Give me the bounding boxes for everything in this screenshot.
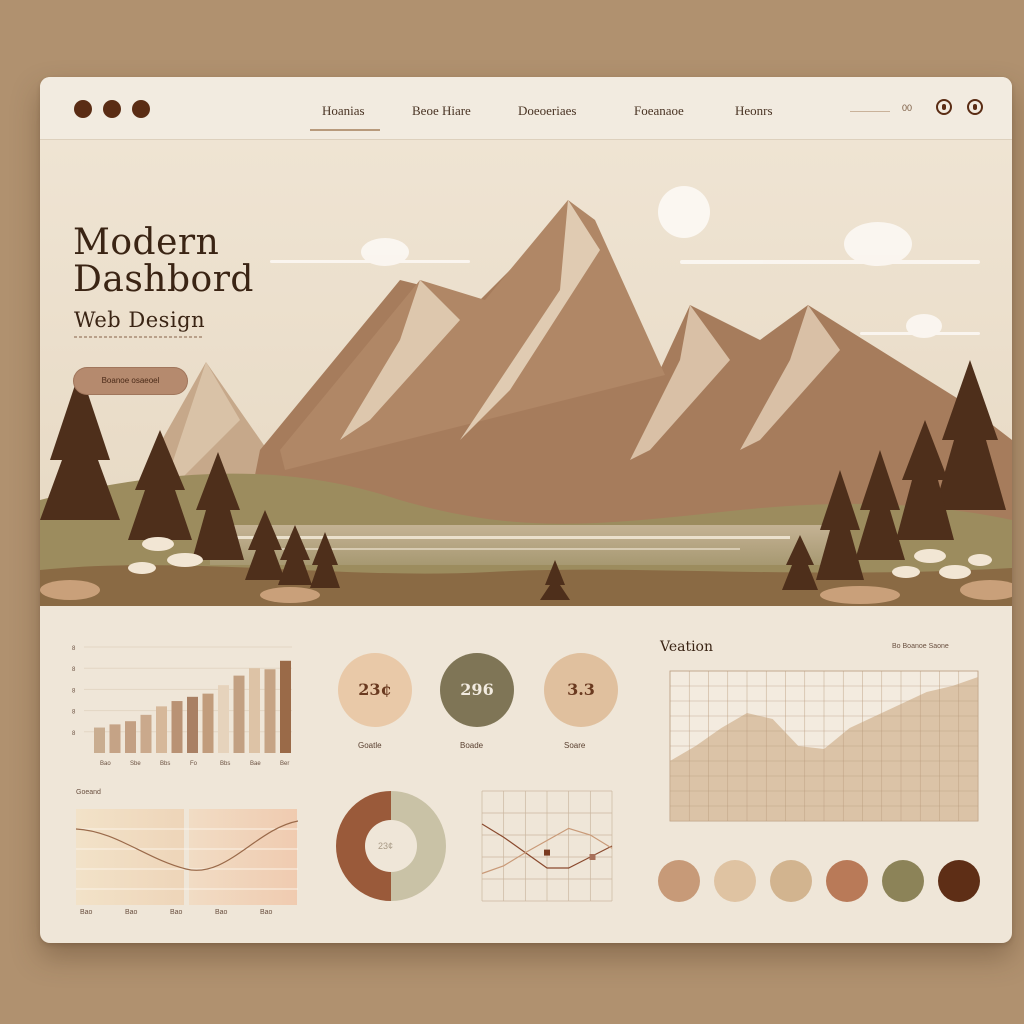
- line-point-marker: [589, 854, 596, 860]
- line-chart-panel: [476, 787, 618, 917]
- line-chart: [481, 790, 613, 902]
- area-chart: [669, 670, 979, 822]
- bar-chart-panel: 8 8 8 8 8 Bao Sbe Bbs Fo Bbs Bae Ber: [70, 637, 300, 777]
- bar: [109, 724, 121, 753]
- bar-x-label: Bbs: [160, 761, 170, 767]
- donut-center-label: 23¢: [378, 841, 394, 851]
- bar: [218, 685, 229, 753]
- bar: [94, 727, 105, 753]
- curve-panel: Bao Bao Bao Bao Bao: [75, 809, 299, 919]
- dashboard-window: Hoanias Beoe Hiare Doeoeriaes Foeanaoe H…: [40, 77, 1012, 943]
- bar-y-tick: 8: [72, 646, 76, 652]
- window-maximize-dot[interactable]: [132, 100, 150, 118]
- area-chart-panel: [658, 667, 980, 837]
- nav-item-2[interactable]: Beoe Hiare: [412, 103, 471, 119]
- curve-x-label: Bao: [125, 909, 138, 916]
- window-close-dot[interactable]: [74, 100, 92, 118]
- bar-x-label: Bao: [100, 761, 111, 767]
- hero-subtitle: Web Design: [74, 308, 206, 332]
- color-swatch-6[interactable]: [938, 860, 980, 902]
- top-navigation-bar: Hoanias Beoe Hiare Doeoeriaes Foeanaoe H…: [40, 77, 1012, 140]
- bar: [171, 701, 183, 753]
- nav-item-4[interactable]: Foeanaoe: [634, 103, 684, 119]
- window-minimize-dot[interactable]: [103, 100, 121, 118]
- color-swatch-1[interactable]: [658, 860, 700, 902]
- color-swatch-4[interactable]: [826, 860, 868, 902]
- nav-counter: 00: [902, 103, 913, 113]
- bar: [264, 669, 276, 753]
- stat-label-2: Boade: [460, 741, 484, 750]
- bar-y-tick: 8: [72, 688, 76, 694]
- bar-y-tick: 8: [72, 731, 76, 737]
- color-swatch-3[interactable]: [770, 860, 812, 902]
- bar-x-label: Fo: [190, 761, 198, 767]
- bar-x-label: Sbe: [130, 761, 141, 767]
- nav-item-5[interactable]: Heonrs: [735, 103, 773, 119]
- bar: [140, 714, 152, 753]
- bar-chart: 8 8 8 8 8 Bao Sbe Bbs Fo Bbs Bae Ber: [72, 646, 292, 767]
- bar-x-label: Ber: [280, 761, 289, 767]
- stat-label-3: Soare: [564, 741, 586, 750]
- stat-circle-3: 3.3: [544, 653, 618, 727]
- area-chart-title: Veation: [660, 639, 714, 655]
- curve-x-label: Bao: [215, 909, 228, 916]
- curve-x-label: Bao: [170, 909, 183, 916]
- active-nav-indicator: [310, 129, 380, 131]
- bar-y-tick: 8: [72, 710, 76, 716]
- sun-shape: [658, 186, 710, 238]
- nav-item-3[interactable]: Doeoeriaes: [518, 103, 576, 119]
- stat-circle-2: 296: [440, 653, 514, 727]
- bar-y-tick: 8: [72, 667, 76, 673]
- bar: [249, 668, 260, 753]
- gradient-curve-chart: [75, 809, 299, 905]
- bar: [233, 675, 245, 753]
- line-intersection-marker: [544, 849, 550, 856]
- bar: [125, 721, 136, 753]
- donut-chart-panel: 23¢: [334, 789, 448, 903]
- curve-panel-title: Goeand: [76, 789, 101, 796]
- bar: [156, 706, 167, 753]
- subtitle-divider: [74, 336, 204, 338]
- bar-x-label: Bbs: [220, 761, 230, 767]
- hero-title-line-1: Modern: [73, 222, 220, 263]
- bar-x-label: Bae: [250, 761, 261, 767]
- stat-label-1: Goatle: [358, 741, 382, 750]
- color-swatch-5[interactable]: [882, 860, 924, 902]
- profile-icon[interactable]: [967, 99, 983, 115]
- notification-icon[interactable]: [936, 99, 952, 115]
- stat-circle-1: 23¢: [338, 653, 412, 727]
- bar: [187, 696, 198, 753]
- curve-x-label: Bao: [260, 909, 273, 916]
- search-input[interactable]: [850, 103, 890, 112]
- nav-item-home[interactable]: Hoanias: [322, 103, 365, 119]
- hero-cta-button[interactable]: Boanoe osaeoel: [73, 367, 188, 395]
- curve-x-label: Bao: [80, 909, 93, 916]
- hero-banner: Modern Dashbord Web Design Boanoe osaeoe…: [40, 140, 1012, 606]
- hero-title-line-2: Dashbord: [73, 259, 254, 300]
- hero-title: Modern Dashbord: [73, 224, 254, 298]
- bar: [280, 660, 291, 753]
- color-swatch-2[interactable]: [714, 860, 756, 902]
- bar: [202, 693, 214, 753]
- area-chart-legend: Bo Boanoe Saone: [892, 643, 949, 650]
